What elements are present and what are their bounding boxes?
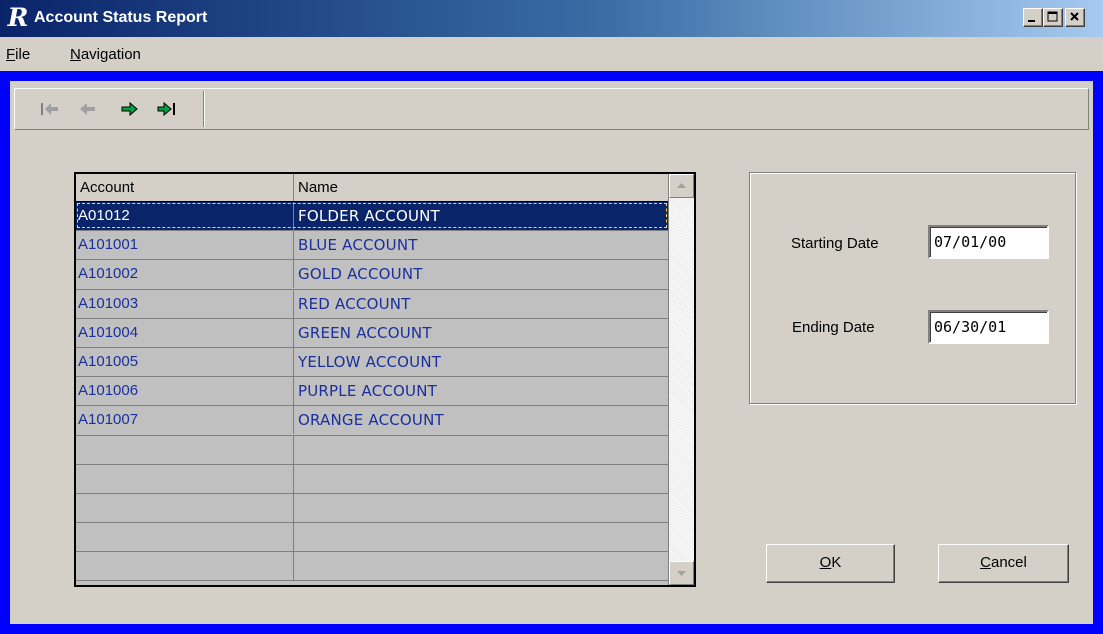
account-cell [76, 464, 294, 493]
maximize-icon [1047, 11, 1058, 22]
cancel-label: ancel [990, 554, 1027, 571]
table-row[interactable] [76, 552, 668, 582]
account-cell [76, 523, 294, 552]
table-row[interactable] [76, 523, 668, 553]
table-row[interactable]: A101004 GREEN ACCOUNT [76, 318, 668, 348]
toolbar-separator [203, 91, 205, 127]
account-cell: A101003 [76, 289, 294, 318]
name-cell [294, 494, 668, 522]
account-cell: A01012 [76, 202, 294, 230]
account-cell [76, 552, 294, 581]
last-record-button[interactable] [156, 99, 178, 119]
next-record-icon [121, 101, 138, 117]
starting-date-label: Starting Date [791, 235, 879, 252]
close-icon [1070, 12, 1079, 21]
name-cell [294, 552, 668, 580]
table-row[interactable]: A101007 ORANGE ACCOUNT [76, 406, 668, 436]
menu-file[interactable]: File [6, 46, 30, 64]
title-bar[interactable]: R Account Status Report [0, 0, 1103, 37]
ending-date-field[interactable]: 06/30/01 [928, 310, 1049, 344]
table-row[interactable]: A101002 GOLD ACCOUNT [76, 260, 668, 290]
date-range-group [749, 172, 1076, 404]
next-record-button[interactable] [118, 99, 140, 119]
account-cell [76, 435, 294, 464]
name-cell [294, 465, 668, 493]
close-button[interactable] [1065, 8, 1085, 27]
name-cell: RED ACCOUNT [298, 294, 411, 313]
name-cell: GREEN ACCOUNT [298, 323, 432, 342]
scroll-down-icon [677, 571, 686, 576]
column-header-account[interactable]: Account [76, 174, 294, 201]
scroll-up-icon [677, 183, 686, 188]
starting-date-field[interactable]: 07/01/00 [928, 225, 1049, 259]
first-record-button[interactable] [39, 99, 61, 119]
table-row[interactable]: A101005 YELLOW ACCOUNT [76, 347, 668, 378]
account-cell: A101004 [76, 318, 294, 347]
maximize-button[interactable] [1043, 8, 1063, 27]
last-record-icon [157, 101, 175, 117]
vertical-scrollbar[interactable] [668, 174, 694, 585]
window-title: Account Status Report [34, 9, 208, 26]
minimize-button[interactable] [1023, 8, 1043, 27]
account-cell: A101007 [76, 406, 294, 435]
grid-header: Account Name [76, 174, 668, 202]
name-cell: YELLOW ACCOUNT [298, 352, 442, 371]
account-cell: A101006 [76, 377, 294, 406]
name-cell: ORANGE ACCOUNT [298, 411, 444, 430]
account-cell: A101002 [76, 260, 294, 289]
table-row[interactable] [76, 464, 668, 494]
name-cell: GOLD ACCOUNT [298, 265, 423, 284]
name-cell: PURPLE ACCOUNT [298, 382, 438, 401]
account-cell: A101005 [76, 347, 294, 376]
scroll-down-button[interactable] [669, 561, 694, 585]
menu-file-mnemonic: F [6, 46, 16, 63]
previous-record-icon [80, 103, 95, 115]
table-row[interactable]: A101001 BLUE ACCOUNT [76, 231, 668, 261]
name-cell: FOLDER ACCOUNT [298, 207, 440, 225]
navigation-toolbar [14, 88, 1089, 130]
table-row[interactable] [76, 435, 668, 465]
ok-label: K [831, 554, 842, 571]
menu-navigation-label: avigation [80, 46, 141, 63]
ok-mnemonic: O [819, 554, 832, 571]
app-logo-icon: R [7, 3, 29, 32]
name-cell [294, 523, 668, 551]
table-row[interactable]: A101006 PURPLE ACCOUNT [76, 377, 668, 407]
menu-file-label: ile [15, 46, 31, 63]
cancel-mnemonic: C [980, 554, 991, 571]
ending-date-label: Ending Date [792, 319, 875, 336]
cancel-button[interactable]: Cancel [938, 544, 1069, 583]
previous-record-button[interactable] [77, 99, 99, 119]
name-cell: BLUE ACCOUNT [298, 236, 418, 255]
table-row[interactable] [76, 493, 668, 524]
name-cell [294, 436, 668, 464]
grid-rows: A01012 FOLDER ACCOUNT A101001 BLUE ACCOUNT A… [76, 202, 668, 582]
app-window: R Account Status Report File Navigation [0, 0, 1103, 634]
table-row[interactable]: A101003 RED ACCOUNT [76, 289, 668, 319]
menu-bar: File Navigation [0, 37, 1103, 71]
menu-navigation-mnemonic: N [70, 46, 81, 63]
column-header-name[interactable]: Name [294, 174, 668, 201]
account-cell: A101001 [76, 231, 294, 260]
account-grid[interactable]: Account Name A01012 FOLDER ACCOUNT A101001… [74, 172, 696, 587]
menu-navigation[interactable]: Navigation [70, 46, 141, 64]
account-cell [76, 493, 294, 522]
first-record-icon [41, 103, 58, 115]
table-row[interactable]: A01012 FOLDER ACCOUNT [76, 202, 668, 232]
scroll-up-button[interactable] [669, 174, 694, 198]
ok-button[interactable]: OK [766, 544, 895, 583]
minimize-icon [1028, 20, 1035, 22]
